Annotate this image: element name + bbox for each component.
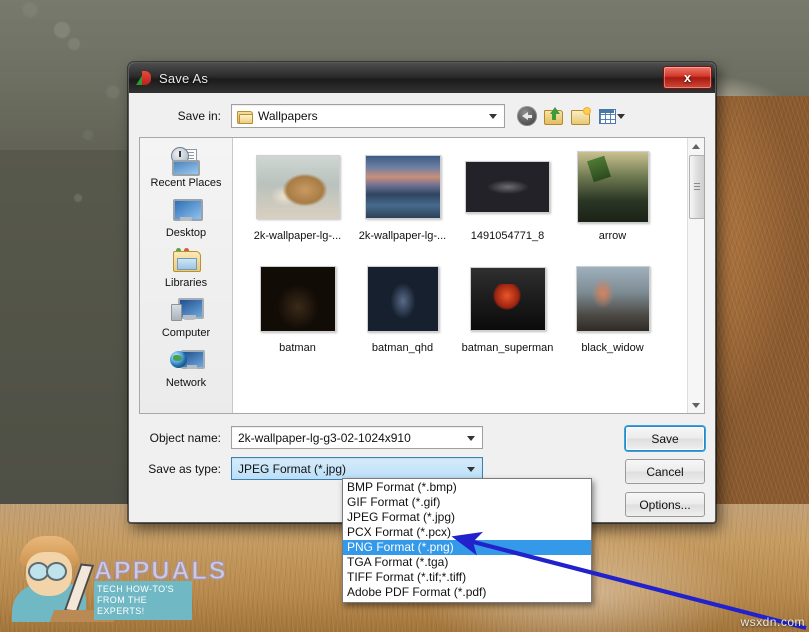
file-thumbnail xyxy=(570,148,655,226)
file-item[interactable]: 2k-wallpaper-lg-... xyxy=(350,148,455,242)
file-label: batman xyxy=(279,342,316,354)
save-in-row: Save in: Wallpapers xyxy=(129,93,715,137)
file-label: 1491054771_8 xyxy=(470,230,545,242)
recent-places-icon xyxy=(169,146,203,176)
file-item[interactable]: arrow xyxy=(560,148,665,242)
file-item[interactable]: black_widow xyxy=(560,260,665,354)
object-name-row: Object name: 2k-wallpaper-lg-g3-02-1024x… xyxy=(139,426,705,449)
file-thumbnail xyxy=(255,148,340,226)
folder-icon xyxy=(237,110,253,124)
up-one-level-icon[interactable] xyxy=(544,106,564,126)
dropdown-option-bmp[interactable]: BMP Format (*.bmp) xyxy=(343,480,591,495)
save-as-dialog: Save As x Save in: Wallpapers Recent Pla… xyxy=(128,62,716,523)
file-thumbnail xyxy=(465,260,550,338)
computer-icon xyxy=(169,296,204,326)
chevron-down-icon[interactable] xyxy=(617,114,625,119)
sidebar-item-label: Recent Places xyxy=(150,177,222,189)
file-thumbnail xyxy=(360,260,445,338)
sidebar-item-label: Network xyxy=(165,377,207,389)
file-item[interactable]: batman xyxy=(245,260,350,354)
chevron-down-icon[interactable] xyxy=(467,466,475,472)
file-browser: Recent Places Desktop Libraries Computer… xyxy=(139,137,705,414)
chevron-down-icon[interactable] xyxy=(467,435,475,441)
file-grid: 2k-wallpaper-lg-... 2k-wallpaper-lg-... … xyxy=(233,138,704,372)
file-item[interactable]: 1491054771_8 xyxy=(455,148,560,242)
sidebar-item-libraries[interactable]: Libraries xyxy=(140,246,232,289)
save-as-type-value: JPEG Format (*.jpg) xyxy=(238,461,347,476)
sidebar-item-network[interactable]: Network xyxy=(140,346,232,389)
file-thumbnail xyxy=(255,260,340,338)
file-thumbnail xyxy=(360,148,445,226)
cancel-button[interactable]: Cancel xyxy=(625,459,705,484)
sidebar-item-desktop[interactable]: Desktop xyxy=(140,196,232,239)
chevron-down-icon[interactable] xyxy=(489,114,497,119)
save-as-type-label: Save as type: xyxy=(148,461,221,476)
file-thumbnail xyxy=(570,260,655,338)
dropdown-option-pdf[interactable]: Adobe PDF Format (*.pdf) xyxy=(343,585,591,600)
dialog-title: Save As xyxy=(159,70,209,86)
appuals-watermark: APPUALS TECH HOW-TO'S FROM THE EXPERTS! xyxy=(6,520,226,626)
object-name-label: Object name: xyxy=(149,430,221,445)
object-name-input[interactable]: 2k-wallpaper-lg-g3-02-1024x910 xyxy=(231,426,483,449)
file-label: batman_superman xyxy=(461,342,554,354)
save-in-value: Wallpapers xyxy=(258,109,318,123)
save-button[interactable]: Save xyxy=(625,426,705,451)
sidebar-item-recent-places[interactable]: Recent Places xyxy=(140,146,232,189)
scroll-down-button[interactable] xyxy=(688,397,704,413)
file-label: 2k-wallpaper-lg-... xyxy=(358,230,447,242)
desktop-background: Save As x Save in: Wallpapers Recent Pla… xyxy=(0,0,809,632)
dropdown-option-gif[interactable]: GIF Format (*.gif) xyxy=(343,495,591,510)
dialog-titlebar[interactable]: Save As x xyxy=(129,63,715,93)
irfanview-icon xyxy=(136,70,153,86)
new-folder-icon[interactable] xyxy=(571,106,591,126)
network-icon xyxy=(169,346,205,376)
file-label: batman_qhd xyxy=(371,342,434,354)
file-list-pane: 2k-wallpaper-lg-... 2k-wallpaper-lg-... … xyxy=(233,138,704,413)
save-form: Object name: 2k-wallpaper-lg-g3-02-1024x… xyxy=(129,414,715,517)
places-sidebar: Recent Places Desktop Libraries Computer… xyxy=(140,138,233,413)
file-label: 2k-wallpaper-lg-... xyxy=(253,230,342,242)
sidebar-item-label: Computer xyxy=(161,327,211,339)
scroll-up-button[interactable] xyxy=(688,138,704,154)
back-arrow-icon[interactable] xyxy=(517,106,537,126)
dropdown-option-jpeg[interactable]: JPEG Format (*.jpg) xyxy=(343,510,591,525)
libraries-icon xyxy=(169,246,203,276)
dialog-body: Save in: Wallpapers Recent Places Deskto… xyxy=(129,93,715,523)
file-label: black_widow xyxy=(581,342,644,354)
dropdown-option-tiff[interactable]: TIFF Format (*.tif;*.tiff) xyxy=(343,570,591,585)
close-button[interactable]: x xyxy=(663,66,712,89)
save-as-type-combobox[interactable]: JPEG Format (*.jpg) xyxy=(231,457,483,480)
views-icon[interactable] xyxy=(598,106,625,126)
sidebar-item-label: Libraries xyxy=(164,277,208,289)
dropdown-option-pcx[interactable]: PCX Format (*.pcx) xyxy=(343,525,591,540)
navigation-toolbar xyxy=(517,106,625,126)
sidebar-item-computer[interactable]: Computer xyxy=(140,296,232,339)
save-as-type-dropdown-list[interactable]: BMP Format (*.bmp) GIF Format (*.gif) JP… xyxy=(342,478,592,603)
sidebar-item-label: Desktop xyxy=(165,227,207,239)
file-item[interactable]: 2k-wallpaper-lg-... xyxy=(245,148,350,242)
site-credit: wsxdn.com xyxy=(740,615,805,629)
save-in-label: Save in: xyxy=(177,109,221,123)
file-item[interactable]: batman_qhd xyxy=(350,260,455,354)
options-button[interactable]: Options... xyxy=(625,492,705,517)
file-label: arrow xyxy=(598,230,627,242)
file-thumbnail xyxy=(465,148,550,226)
save-in-combobox[interactable]: Wallpapers xyxy=(231,104,505,128)
save-as-type-row: Save as type: JPEG Format (*.jpg) xyxy=(139,457,705,480)
dropdown-option-tga[interactable]: TGA Format (*.tga) xyxy=(343,555,591,570)
watermark-tagline: TECH HOW-TO'S FROM THE EXPERTS! xyxy=(94,581,192,620)
dropdown-option-png[interactable]: PNG Format (*.png) xyxy=(343,540,591,555)
file-item[interactable]: batman_superman xyxy=(455,260,560,354)
scrollbar-thumb[interactable] xyxy=(689,155,704,219)
object-name-value: 2k-wallpaper-lg-g3-02-1024x910 xyxy=(238,430,411,445)
desktop-icon xyxy=(169,196,203,226)
vertical-scrollbar[interactable] xyxy=(687,138,704,413)
dialog-buttons: Save Cancel Options... xyxy=(625,426,705,525)
